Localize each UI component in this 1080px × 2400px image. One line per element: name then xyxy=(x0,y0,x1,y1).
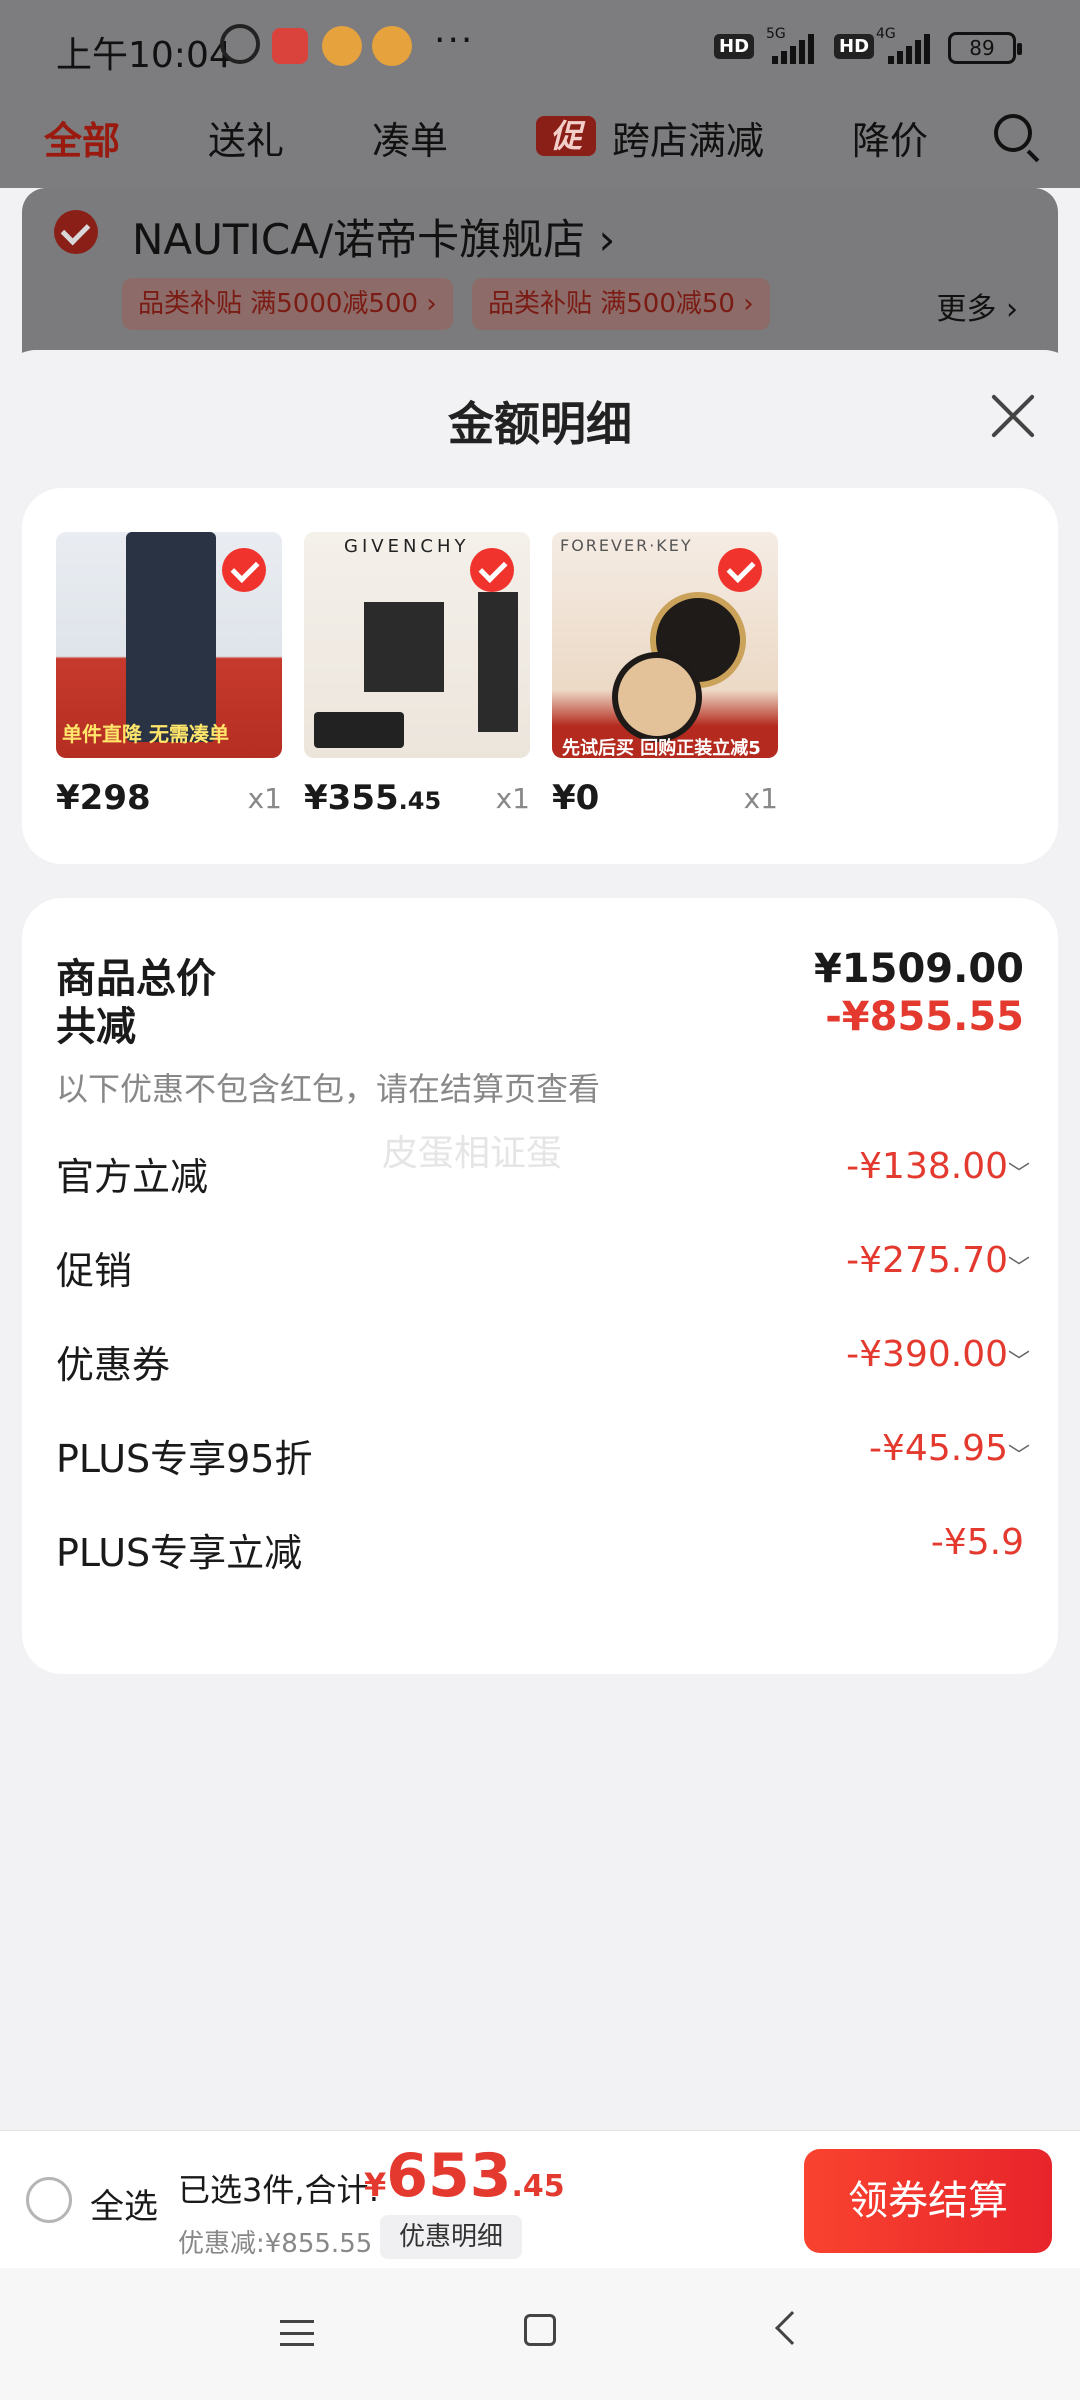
checkout-button[interactable]: 领券结算 xyxy=(804,2149,1052,2253)
promo-badge: 促 xyxy=(536,116,596,156)
store-header: NAUTICA/诺帝卡旗舰店 › 品类补贴 满5000减500 › 品类补贴 满… xyxy=(22,188,1058,358)
product-image: 单件直降 无需凑单 xyxy=(56,532,282,758)
total-price: ¥653.45 xyxy=(364,2141,565,2211)
system-nav-bar xyxy=(0,2268,1080,2400)
discount-value: -¥138.00 xyxy=(846,1146,1008,1187)
store-name[interactable]: NAUTICA/诺帝卡旗舰店 › xyxy=(132,206,615,267)
amount-detail-sheet: 金额明细 单件直降 无需凑单 ¥298 x1 GIVENCHY ¥355.45 … xyxy=(0,350,1080,2130)
battery-icon: 89 xyxy=(948,32,1022,64)
product-qty: x1 xyxy=(247,782,282,815)
product-brand: GIVENCHY xyxy=(344,536,470,557)
product-price: ¥355.45 xyxy=(304,778,442,818)
more-link[interactable]: 更多 › xyxy=(936,284,1018,328)
product-promo-text: 先试后买 回购正装立减5元 xyxy=(562,738,761,758)
hd-badge: HD xyxy=(714,34,755,59)
tab-bundle[interactable]: 凑单 xyxy=(372,110,448,165)
reduce-value: -¥855.55 xyxy=(825,994,1024,1040)
discount-note: 以下优惠不包含红包，请在结算页查看 xyxy=(56,1070,601,1108)
chevron-down-icon[interactable]: ﹀ xyxy=(1008,1156,1030,1188)
check-icon[interactable] xyxy=(718,548,762,592)
chevron-down-icon[interactable]: ﹀ xyxy=(1008,1438,1030,1470)
weibo-icon xyxy=(372,26,412,66)
product-price: ¥0 xyxy=(552,778,600,818)
check-icon[interactable] xyxy=(222,548,266,592)
signal-icon xyxy=(888,34,932,64)
discount-summary: 优惠减:¥855.55 xyxy=(178,2229,373,2259)
subsidy-chip[interactable]: 品类补贴 满500减50 › xyxy=(472,278,770,330)
select-all-label[interactable]: 全选 xyxy=(90,2179,158,2228)
signal-icon xyxy=(772,34,816,64)
discount-value: -¥5.9 xyxy=(930,1522,1024,1563)
product-promo-text: 单件直降 无需凑单 xyxy=(62,722,229,746)
back-icon[interactable] xyxy=(775,2311,809,2345)
product-item[interactable]: 单件直降 无需凑单 ¥298 x1 xyxy=(56,532,282,818)
product-image: GIVENCHY xyxy=(304,532,530,758)
more-notifications-icon: ··· xyxy=(434,20,475,61)
alarm-icon xyxy=(220,24,260,64)
product-item[interactable]: GIVENCHY ¥355.45 x1 xyxy=(304,532,530,818)
chevron-down-icon[interactable]: ﹀ xyxy=(1008,1344,1030,1376)
close-icon[interactable] xyxy=(986,390,1038,442)
checkout-bar: 全选 已选3件,合计: ¥653.45 优惠减:¥855.55 优惠明细 领券结… xyxy=(0,2130,1080,2268)
watermark: 皮蛋相证蛋 xyxy=(382,1133,563,1174)
product-brand: FOREVER·KEY xyxy=(560,536,693,555)
search-icon[interactable] xyxy=(994,114,1032,152)
discount-label: PLUS专享立减 xyxy=(56,1531,303,1575)
reduce-label: 共减 xyxy=(56,1004,136,1050)
discount-value: -¥390.00 xyxy=(846,1334,1008,1375)
products-card: 单件直降 无需凑单 ¥298 x1 GIVENCHY ¥355.45 x1 FO… xyxy=(22,488,1058,864)
check-icon[interactable] xyxy=(54,210,98,254)
discount-label: 促销 xyxy=(56,1249,133,1293)
weibo-icon xyxy=(322,26,362,66)
notification-app-icon xyxy=(272,28,308,64)
discount-label: PLUS专享95折 xyxy=(56,1437,313,1481)
status-bar: 上午10:04 ··· HD 5G HD 4G 89 xyxy=(0,0,1080,96)
product-item[interactable]: FOREVER·KEY 先试后买 回购正装立减5元 ¥0 x1 xyxy=(552,532,778,818)
discount-label: 官方立减 xyxy=(56,1155,209,1199)
chevron-down-icon[interactable]: ﹀ xyxy=(1008,1250,1030,1282)
menu-icon[interactable] xyxy=(280,2320,314,2346)
product-qty: x1 xyxy=(495,782,530,815)
subsidy-chip[interactable]: 品类补贴 满5000减500 › xyxy=(122,278,453,330)
top-nav: 全部 送礼 凑单 促 跨店满减 降价 xyxy=(0,96,1080,188)
check-icon[interactable] xyxy=(470,548,514,592)
selected-summary: 已选3件,合计: xyxy=(178,2171,380,2209)
select-all-radio[interactable] xyxy=(26,2177,72,2223)
discount-value: -¥275.70 xyxy=(846,1240,1008,1281)
discount-label: 优惠券 xyxy=(56,1343,171,1387)
sheet-title: 金额明细 xyxy=(448,397,632,451)
tab-cross-store[interactable]: 跨店满减 xyxy=(612,110,764,165)
status-time: 上午10:04 xyxy=(56,35,232,76)
price-detail-card: 商品总价 ¥1509.00 共减 -¥855.55 以下优惠不包含红包，请在结算… xyxy=(22,898,1058,1674)
product-qty: x1 xyxy=(743,782,778,815)
home-icon[interactable] xyxy=(524,2314,556,2346)
tab-all[interactable]: 全部 xyxy=(44,110,120,165)
discount-value: -¥45.95 xyxy=(869,1428,1008,1469)
total-value: ¥1509.00 xyxy=(813,946,1024,992)
hd-badge: HD xyxy=(834,34,875,59)
discount-detail-button[interactable]: 优惠明细 xyxy=(380,2215,522,2259)
tab-gift[interactable]: 送礼 xyxy=(208,110,284,165)
tab-price-drop[interactable]: 降价 xyxy=(852,110,928,165)
product-image: FOREVER·KEY 先试后买 回购正装立减5元 xyxy=(552,532,778,758)
product-price: ¥298 xyxy=(56,778,151,818)
